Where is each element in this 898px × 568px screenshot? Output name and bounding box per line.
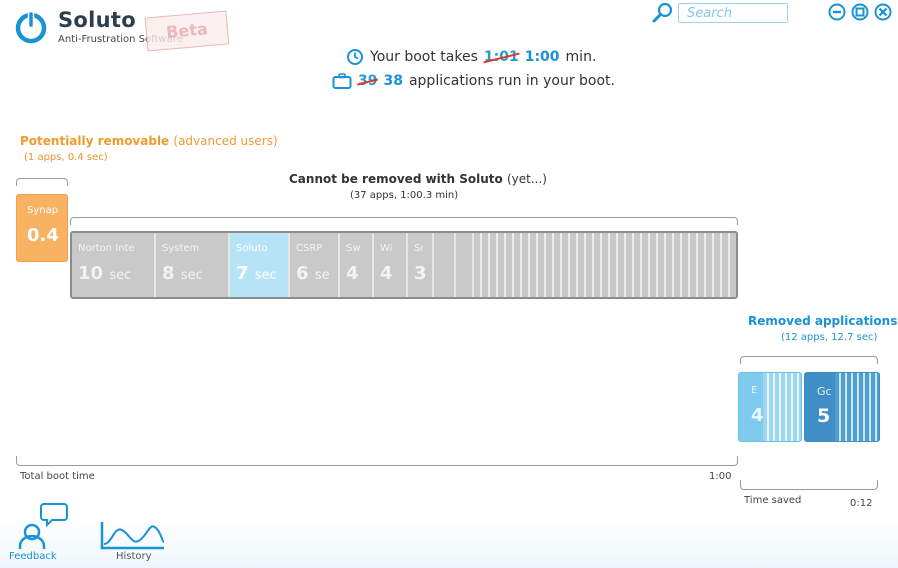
cannot-remove-label: Cannot be removed with Soluto xyxy=(289,172,503,186)
app-block-soluto[interactable]: Soluto 7 sec xyxy=(230,233,290,297)
app-block-small[interactable] xyxy=(456,233,474,297)
removed-apps-title: Removed applications xyxy=(748,314,898,328)
minimize-button[interactable] xyxy=(828,3,846,21)
soluto-power-icon xyxy=(15,10,47,44)
app-block-strip[interactable] xyxy=(474,233,736,297)
app-block-sw[interactable]: Sw 4 xyxy=(340,233,374,297)
time-saved-bracket xyxy=(740,480,878,490)
removed-app-block-gc[interactable]: Gc 5 xyxy=(804,372,880,442)
old-app-count: 39 xyxy=(358,73,378,89)
time-saved-label: Time saved xyxy=(744,495,802,506)
app-seconds: 10 sec xyxy=(78,263,132,284)
potentially-removable-note: (advanced users) xyxy=(173,134,278,148)
app-name: System xyxy=(162,243,200,254)
app-title: Soluto xyxy=(58,8,136,32)
removed-apps-summary: (12 apps, 12.7 sec) xyxy=(781,332,878,343)
potential-bracket xyxy=(16,178,68,186)
new-app-count: 38 xyxy=(383,73,403,89)
cannot-remove-bracket xyxy=(70,217,738,225)
time-saved-value: 0:12 xyxy=(850,498,873,509)
history-button[interactable]: History xyxy=(116,551,152,562)
app-block-norton[interactable]: Norton Inte 10 sec xyxy=(72,233,156,297)
boot-time-prefix: Your boot takes xyxy=(370,49,478,65)
app-name: Soluto xyxy=(236,243,268,254)
new-boot-time: 1:00 xyxy=(524,49,560,65)
app-seconds: 3 xyxy=(414,263,427,284)
cannot-remove-title: Cannot be removed with Soluto (yet...) xyxy=(289,172,547,186)
removed-bracket xyxy=(740,356,878,364)
app-block-csrp[interactable]: CSRP 6 se xyxy=(290,233,340,297)
app-seconds: 7 sec xyxy=(236,263,277,284)
maximize-button[interactable] xyxy=(851,3,869,21)
cannot-remove-bar: Norton Inte 10 sec System 8 sec Soluto 7… xyxy=(70,231,738,299)
app-name: Sı xyxy=(414,243,424,254)
cannot-remove-note: (yet...) xyxy=(506,172,547,186)
app-seconds: 6 se xyxy=(296,263,330,284)
app-name: Synap xyxy=(27,205,59,216)
clock-icon xyxy=(347,49,363,65)
app-block-s[interactable]: Sı 3 xyxy=(408,233,434,297)
search-input[interactable] xyxy=(678,3,788,23)
app-block-synap[interactable]: Synap 0.4 xyxy=(16,194,68,262)
feedback-icon[interactable] xyxy=(14,502,68,550)
old-boot-time: 1:01 xyxy=(483,49,519,65)
beta-badge: Beta xyxy=(144,10,230,52)
app-block-system[interactable]: System 8 sec xyxy=(156,233,230,297)
app-seconds: 5 xyxy=(817,405,831,427)
potentially-removable-summary: (1 apps, 0.4 sec) xyxy=(24,152,108,163)
close-button[interactable] xyxy=(874,3,892,21)
app-name: Gc xyxy=(817,385,832,398)
potentially-removable-label: Potentially removable xyxy=(20,134,170,148)
app-name: E xyxy=(751,385,758,396)
boot-time-summary: Your boot takes 1:01 1:00 min. xyxy=(346,48,596,66)
cannot-remove-summary: (37 apps, 1:00.3 min) xyxy=(350,190,459,201)
app-block-small[interactable] xyxy=(434,233,456,297)
search-icon[interactable] xyxy=(652,2,674,24)
total-boot-time-value: 1:00 xyxy=(709,471,732,482)
app-seconds: 4 xyxy=(346,263,359,284)
app-seconds: 0.4 xyxy=(27,225,59,246)
history-chart-icon[interactable] xyxy=(100,520,166,550)
feedback-button[interactable]: Feedback xyxy=(9,551,57,562)
app-name: CSRP xyxy=(296,243,323,254)
total-boot-time-label: Total boot time xyxy=(20,471,95,482)
app-seconds: 8 sec xyxy=(162,263,203,284)
briefcase-icon xyxy=(332,73,352,89)
removed-apps-bar: E 4 Gc 5 xyxy=(738,372,880,442)
total-boot-time-bracket xyxy=(16,456,738,466)
removed-app-block-e[interactable]: E 4 xyxy=(738,372,802,442)
potentially-removable-title: Potentially removable (advanced users) xyxy=(20,134,278,148)
app-name: Norton Inte xyxy=(78,243,135,254)
app-name: Wi xyxy=(380,243,393,254)
app-block-wi[interactable]: Wi 4 xyxy=(374,233,408,297)
boot-time-suffix: min. xyxy=(565,49,597,65)
app-seconds: 4 xyxy=(751,405,764,426)
app-seconds: 4 xyxy=(380,263,393,284)
boot-apps-suffix: applications run in your boot. xyxy=(408,73,615,89)
boot-apps-summary: 39 38 applications run in your boot. xyxy=(332,73,615,89)
app-name: Sw xyxy=(346,243,361,254)
